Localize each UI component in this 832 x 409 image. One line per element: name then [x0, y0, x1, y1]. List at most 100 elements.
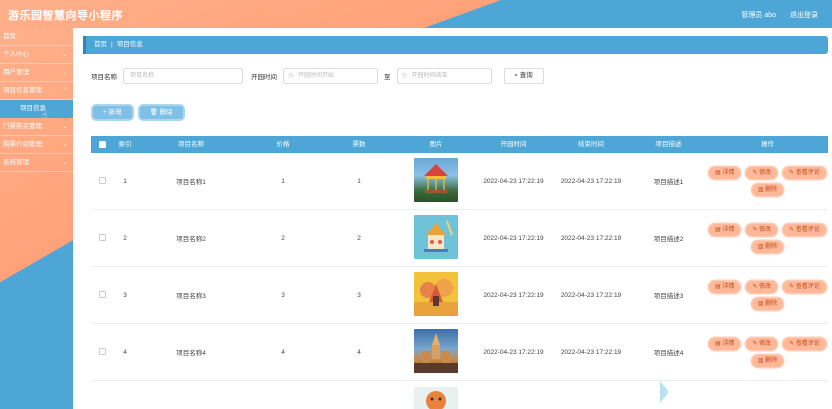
detail-label: 详情	[722, 283, 735, 290]
cell-start: 2022-04-23 17:22:19	[483, 234, 544, 242]
cell-index: 2	[123, 234, 127, 242]
delete-button[interactable]: ▥ 删除	[751, 297, 784, 310]
carousel-illustration-thumbnail[interactable]	[414, 215, 458, 259]
cell-actions: ▤ 详情 ✎ 修改 ✎ 查看评论 ▥ 删除	[707, 280, 828, 310]
end-date-placeholder: 开园时间结束	[411, 73, 448, 79]
row-checkbox[interactable]	[91, 177, 113, 185]
delete-label: 删除	[765, 243, 778, 250]
chevron-down-icon: ⌄	[61, 124, 67, 130]
cell-end: 2022-04-23 17:22:19	[560, 234, 622, 242]
delete-button[interactable]: ▥ 删除	[751, 183, 784, 196]
detail-button[interactable]: ▤ 详情	[709, 280, 741, 293]
review-button[interactable]: ✎ 查看评论	[783, 223, 826, 236]
table-row	[91, 381, 828, 409]
cell-end: 2022-04-23 17:22:19	[560, 291, 622, 299]
col-end: 结束时间	[578, 141, 604, 148]
edit-label: 修改	[759, 169, 772, 176]
pencil-icon: ✎	[789, 283, 796, 290]
col-name: 项目名称	[178, 141, 204, 148]
start-date-placeholder: 开园时间开始	[298, 73, 335, 79]
review-button[interactable]: ✎ 查看评论	[783, 337, 826, 350]
start-date-input[interactable]: ◷ 开园时间开始	[283, 68, 378, 84]
breadcrumb-current: 项目信息	[116, 41, 143, 48]
cell-description: 项目描述1	[653, 179, 684, 186]
cell-image	[397, 387, 475, 409]
cell-index: 1	[123, 177, 127, 185]
edit-button[interactable]: ✎ 修改	[746, 280, 778, 293]
end-date-input[interactable]: ◷ 开园时间结束	[396, 68, 492, 84]
cell-price: 1	[281, 177, 285, 185]
clock-icon: ◷	[401, 73, 407, 79]
add-button[interactable]: + 新增	[93, 106, 132, 119]
table-row: 2 项目名称2 2 2 2022-04-23 17:22:19 2022-04-…	[91, 210, 828, 267]
detail-button[interactable]: ▤ 详情	[709, 223, 741, 236]
hand-cursor-icon: ☝	[42, 110, 48, 120]
col-count: 票数	[352, 141, 366, 148]
sidebar-item-intro-mgmt[interactable]: 购票介绍管理 ⌄	[0, 136, 73, 154]
delete-label: 删除	[765, 300, 778, 307]
cell-count: 3	[357, 291, 361, 299]
sidebar-item-project-mgmt[interactable]: 项目信息管理 ⌃	[0, 82, 73, 100]
review-button[interactable]: ✎ 查看评论	[783, 280, 826, 293]
sidebar-item-label: 用户管理	[3, 69, 29, 76]
sidebar-item-users[interactable]: 用户管理 ⌄	[0, 64, 73, 82]
breadcrumb: 首页 | 项目信息	[83, 36, 828, 54]
breadcrumb-home[interactable]: 首页	[94, 41, 107, 48]
logout-link[interactable]: 退出登录	[790, 10, 818, 20]
cell-index: 3	[123, 291, 127, 299]
col-description: 项目描述	[655, 141, 682, 148]
user-area: 管理员 abo 退出登录	[741, 10, 818, 20]
cell-end: 2022-04-23 17:22:19	[560, 348, 622, 356]
detail-button[interactable]: ▤ 详情	[709, 337, 741, 350]
col-start: 开园时间	[500, 141, 527, 148]
app-title: 游乐园智慧向导小程序	[8, 10, 123, 22]
sidebar-item-profile[interactable]: 个人中心 ⌄	[0, 46, 73, 64]
detail-button[interactable]: ▤ 详情	[709, 166, 741, 179]
bulk-delete-label: 删除	[159, 109, 173, 116]
bulk-delete-button[interactable]: 🗑 删除	[139, 106, 183, 119]
edit-button[interactable]: ✎ 修改	[746, 223, 778, 236]
sidebar-item-label: 个人中心	[3, 51, 29, 58]
sidebar-item-project-info[interactable]: 项目信息	[0, 100, 73, 118]
delete-label: 删除	[765, 186, 778, 193]
row-checkbox[interactable]	[91, 291, 113, 299]
park-illustration-thumbnail[interactable]	[414, 272, 458, 316]
carousel-thumbnail[interactable]	[414, 158, 458, 202]
query-button[interactable]: ⌕ 查询	[503, 68, 544, 84]
edit-button[interactable]: ✎ 修改	[746, 337, 778, 350]
detail-label: 详情	[722, 226, 735, 233]
cell-price: 3	[281, 291, 285, 299]
pencil-icon: ✎	[789, 340, 796, 347]
cell-description: 项目描述3	[653, 293, 684, 300]
col-image: 图片	[429, 141, 443, 148]
cell-actions: ▤ 详情 ✎ 修改 ✎ 查看评论 ▥ 删除	[707, 166, 828, 196]
cell-count: 2	[357, 234, 361, 242]
review-button[interactable]: ✎ 查看评论	[783, 166, 826, 179]
delete-button[interactable]: ▥ 删除	[751, 354, 784, 367]
sidebar-item-ticket-mgmt[interactable]: 门票购买管理 ⌄	[0, 118, 73, 136]
chevron-down-icon: ⌄	[61, 52, 67, 58]
edit-button[interactable]: ✎ 修改	[746, 166, 778, 179]
cell-actions: ▤ 详情 ✎ 修改 ✎ 查看评论 ▥ 删除	[707, 223, 828, 253]
sidebar-item-system[interactable]: 系统管理 ⌄	[0, 154, 73, 172]
cell-start: 2022-04-23 17:22:19	[483, 291, 544, 299]
fox-mascot-thumbnail[interactable]	[414, 387, 458, 409]
name-search-input[interactable]: 项目名称	[123, 68, 243, 84]
edit-label: 修改	[759, 283, 772, 290]
col-actions: 操作	[761, 141, 774, 148]
castle-thumbnail[interactable]	[414, 329, 458, 373]
sidebar-item-home[interactable]: 首页	[0, 28, 73, 46]
query-button-label: 查询	[519, 72, 533, 79]
row-checkbox[interactable]	[91, 348, 113, 356]
select-all-checkbox[interactable]	[91, 136, 113, 153]
cell-end: 2022-04-23 17:22:19	[560, 177, 622, 185]
cell-image	[397, 215, 475, 261]
project-table: 索引 项目名称 价格 票数 图片 开园时间 结束时间 项目描述 操作 1 项目名…	[91, 136, 828, 409]
row-checkbox[interactable]	[91, 234, 113, 242]
sidebar-item-label: 门票购买管理	[3, 123, 42, 130]
delete-button[interactable]: ▥ 删除	[751, 240, 784, 253]
sidebar: 首页 个人中心 ⌄ 用户管理 ⌄ 项目信息管理 ⌃ 项目信息 门票购买管理 ⌄ 购票介绍…	[0, 28, 73, 409]
sidebar-item-label: 项目信息管理	[3, 87, 42, 94]
cell-price: 4	[281, 348, 285, 356]
detail-label: 详情	[722, 169, 735, 176]
